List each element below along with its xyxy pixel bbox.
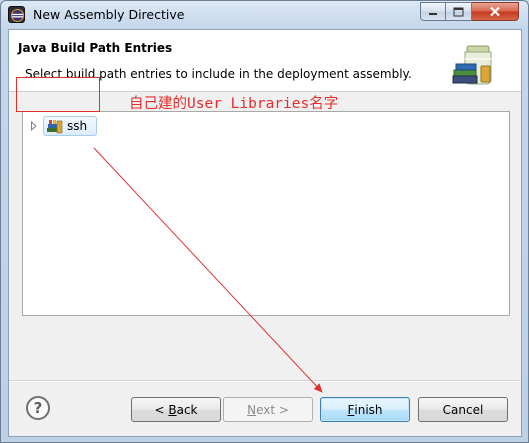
maximize-icon	[453, 7, 464, 16]
next-button[interactable]: Next >	[223, 397, 313, 422]
help-icon: ?	[33, 399, 43, 417]
next-button-label: ext >	[256, 402, 289, 417]
library-jar-icon	[452, 45, 492, 85]
user-library-icon	[47, 120, 63, 134]
minimize-icon	[429, 12, 437, 15]
cancel-button-label: Cancel	[442, 402, 484, 417]
tree-item-selection[interactable]: ssh	[43, 116, 97, 136]
close-button[interactable]	[472, 2, 519, 21]
page-title: Java Build Path Entries	[18, 41, 173, 55]
annotation-text: 自己建的User Libraries名字	[129, 96, 339, 112]
title-bar[interactable]: New Assembly Directive	[1, 1, 528, 29]
finish-button-label: inish	[354, 402, 383, 417]
finish-button[interactable]: Finish	[320, 397, 410, 422]
finish-button-mnemonic: F	[347, 402, 355, 417]
back-button-mnemonic: B	[168, 402, 177, 417]
eclipse-icon	[8, 6, 25, 23]
expand-arrow-icon[interactable]	[30, 121, 38, 131]
annotation-highlight-box	[16, 77, 100, 112]
minimize-button[interactable]	[420, 2, 446, 21]
button-bar-separator	[9, 380, 521, 382]
tree-item-label: ssh	[67, 119, 88, 133]
tree-item[interactable]: ssh	[30, 116, 110, 136]
help-button[interactable]: ?	[26, 396, 50, 420]
window-title: New Assembly Directive	[33, 7, 185, 22]
cancel-button[interactable]: Cancel	[418, 397, 508, 422]
next-button-mnemonic: N	[247, 402, 257, 417]
maximize-button[interactable]	[446, 2, 472, 21]
build-path-entries-tree[interactable]: ssh	[22, 111, 510, 316]
back-button-prefix: <	[154, 402, 169, 417]
back-button-label: ack	[176, 402, 198, 417]
dialog-window: New Assembly Directive Java Build Path E…	[0, 0, 529, 443]
close-icon	[490, 6, 500, 17]
back-button[interactable]: < Back	[131, 397, 221, 422]
